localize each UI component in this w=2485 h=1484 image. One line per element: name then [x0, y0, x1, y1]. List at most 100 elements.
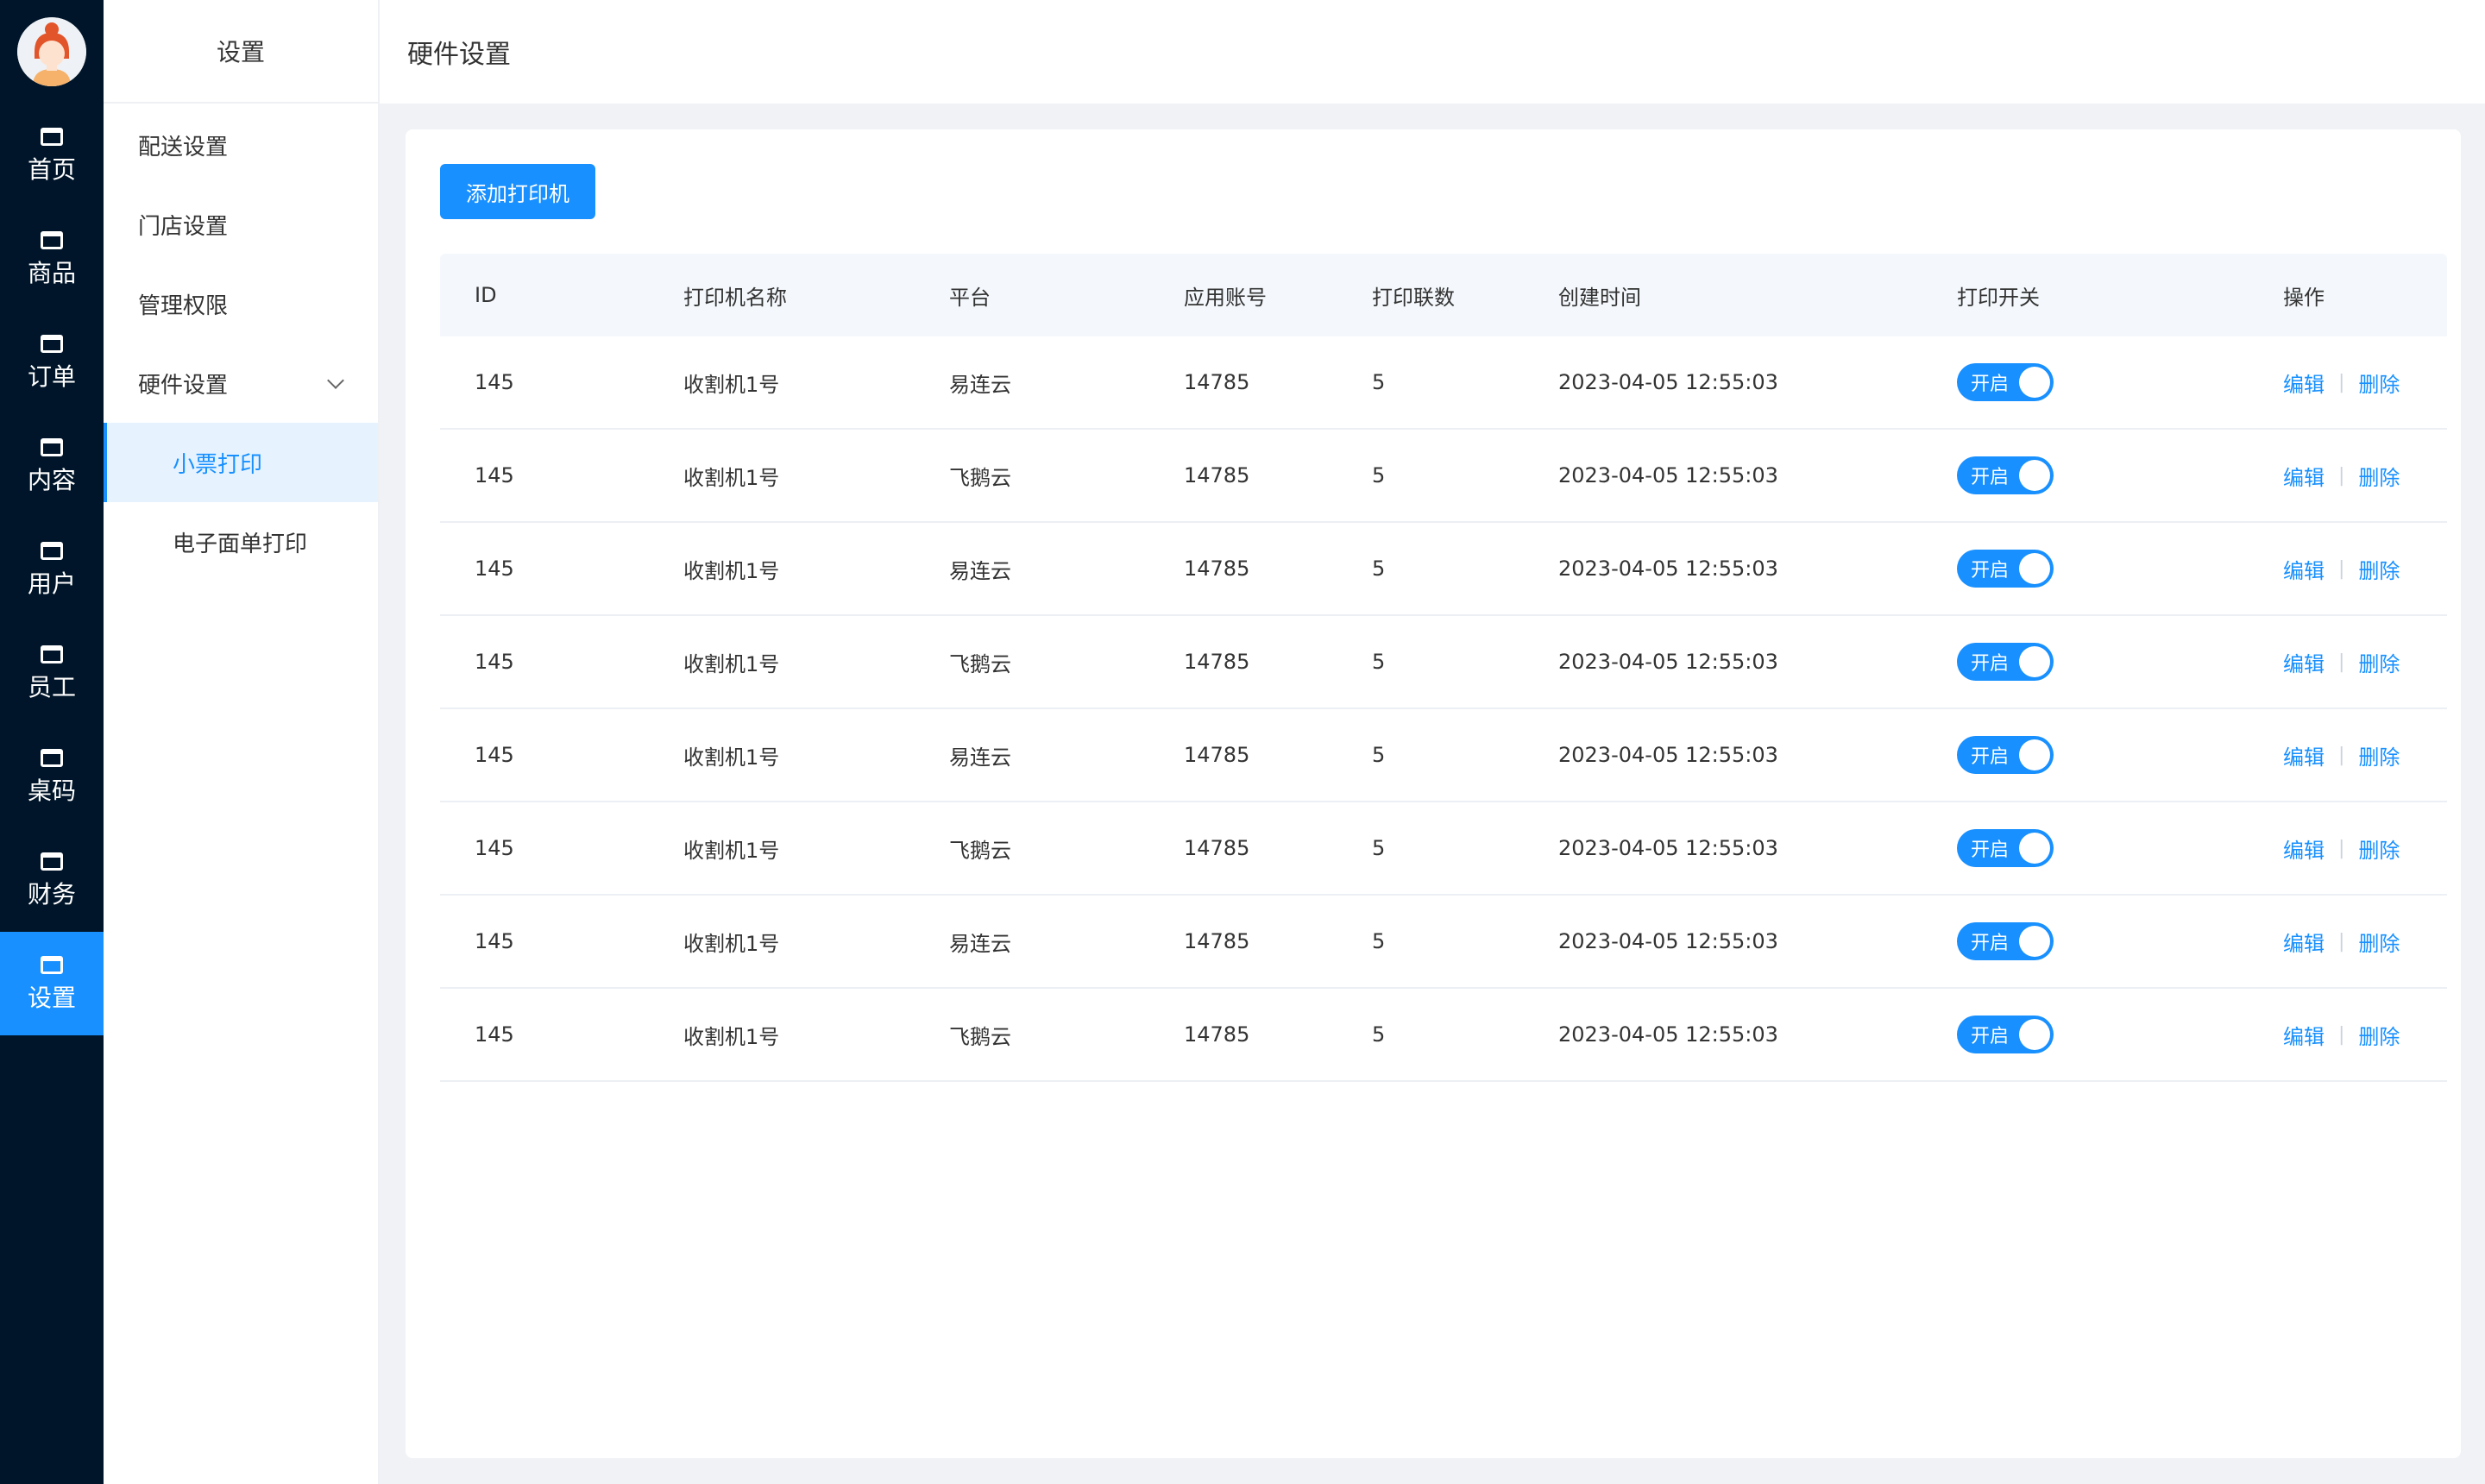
cell-id: 145: [475, 1022, 514, 1047]
cell-created-time: 2023-04-05 12:55:03: [1558, 929, 1778, 953]
cell-print-switch: 开启: [1957, 430, 2054, 521]
cell-account: 14785: [1184, 556, 1250, 581]
edit-link[interactable]: 编辑: [2283, 927, 2325, 957]
delete-link[interactable]: 删除: [2358, 461, 2400, 491]
cell-id: 145: [475, 650, 514, 674]
edit-link[interactable]: 编辑: [2283, 1020, 2325, 1050]
switch-label: 开启: [1971, 467, 2010, 488]
nav-item-7[interactable]: 财务: [0, 828, 104, 932]
delete-link[interactable]: 删除: [2358, 740, 2400, 770]
cell-account: 14785: [1184, 836, 1250, 860]
print-toggle-switch[interactable]: 开启: [1957, 1016, 2054, 1053]
cell-created-time: 2023-04-05 12:55:03: [1558, 370, 1778, 394]
cell-id: 145: [475, 743, 514, 767]
cell-copies: 5: [1372, 556, 1386, 581]
cell-copies: 5: [1372, 1022, 1386, 1047]
cell-copies: 5: [1372, 370, 1386, 394]
delete-link[interactable]: 删除: [2358, 1020, 2400, 1050]
cell-print-switch: 开启: [1957, 802, 2054, 894]
cell-copies: 5: [1372, 836, 1386, 860]
cell-actions: 编辑 | 删除: [2283, 989, 2400, 1080]
print-toggle-switch[interactable]: 开启: [1957, 456, 2054, 494]
cell-account: 14785: [1184, 650, 1250, 674]
cell-platform: 易连云: [949, 372, 1011, 397]
delete-link[interactable]: 删除: [2358, 647, 2400, 677]
delete-link[interactable]: 删除: [2358, 927, 2400, 957]
nav-item-2[interactable]: 订单: [0, 311, 104, 414]
column-header-created: 创建时间: [1558, 285, 1641, 310]
cell-created-time: 2023-04-05 12:55:03: [1558, 556, 1778, 581]
column-header-actions: 操作: [2283, 285, 2325, 310]
print-toggle-switch[interactable]: 开启: [1957, 550, 2054, 588]
cell-id: 145: [475, 556, 514, 581]
delete-link[interactable]: 删除: [2358, 368, 2400, 398]
print-toggle-switch[interactable]: 开启: [1957, 922, 2054, 960]
column-header-platform: 平台: [949, 285, 991, 310]
action-divider: |: [2338, 464, 2345, 487]
column-header-account: 应用账号: [1184, 285, 1267, 310]
edit-link[interactable]: 编辑: [2283, 461, 2325, 491]
cell-id: 145: [475, 463, 514, 487]
window-icon: [41, 645, 63, 663]
cell-printer-name: 收割机1号: [683, 465, 780, 490]
submenu-item-receipt-print[interactable]: 小票打印: [104, 423, 378, 502]
window-icon: [41, 955, 63, 974]
chevron-down-icon: [327, 372, 344, 389]
action-divider: |: [2338, 651, 2345, 673]
cell-print-switch: 开启: [1957, 896, 2054, 987]
edit-link[interactable]: 编辑: [2283, 647, 2325, 677]
page-title: 硬件设置: [407, 40, 511, 70]
nav-item-4[interactable]: 用户: [0, 518, 104, 621]
submenu-item-hardware[interactable]: 硬件设置: [104, 343, 378, 423]
cell-platform: 飞鹅云: [949, 651, 1011, 676]
table-row: 145 收割机1号 飞鹅云 14785 5 2023-04-05 12:55:03 开启 编辑…: [440, 802, 2447, 896]
action-divider: |: [2338, 930, 2345, 953]
print-toggle-switch[interactable]: 开启: [1957, 363, 2054, 401]
column-header-copies: 打印联数: [1372, 285, 1455, 310]
nav-item-label: 用户: [27, 569, 76, 598]
cell-printer-name: 收割机1号: [683, 558, 780, 583]
submenu-item-delivery[interactable]: 配送设置: [104, 105, 378, 185]
switch-label: 开启: [1971, 374, 2010, 395]
window-icon: [41, 437, 63, 456]
nav-item-1[interactable]: 商品: [0, 207, 104, 311]
delete-link[interactable]: 删除: [2358, 833, 2400, 864]
add-printer-button[interactable]: 添加打印机: [440, 164, 595, 219]
print-toggle-switch[interactable]: 开启: [1957, 829, 2054, 867]
print-toggle-switch[interactable]: 开启: [1957, 643, 2054, 681]
nav-item-label: 首页: [27, 154, 76, 184]
table-row: 145 收割机1号 易连云 14785 5 2023-04-05 12:55:03 开启 编辑…: [440, 709, 2447, 802]
window-icon: [41, 334, 63, 353]
nav-item-0[interactable]: 首页: [0, 104, 104, 207]
user-avatar[interactable]: [17, 17, 86, 86]
nav-item-6[interactable]: 桌码: [0, 725, 104, 828]
cell-printer-name: 收割机1号: [683, 931, 780, 956]
cell-print-switch: 开启: [1957, 336, 2054, 428]
edit-link[interactable]: 编辑: [2283, 554, 2325, 584]
table-row: 145 收割机1号 易连云 14785 5 2023-04-05 12:55:03 开启 编辑…: [440, 336, 2447, 430]
switch-knob: [2019, 739, 2050, 770]
submenu-item-waybill-print[interactable]: 电子面单打印: [104, 502, 378, 582]
cell-print-switch: 开启: [1957, 523, 2054, 614]
nav-item-5[interactable]: 员工: [0, 621, 104, 725]
cell-actions: 编辑 | 删除: [2283, 430, 2400, 521]
cell-actions: 编辑 | 删除: [2283, 709, 2400, 801]
cell-print-switch: 开启: [1957, 989, 2054, 1080]
switch-knob: [2019, 926, 2050, 957]
cell-print-switch: 开启: [1957, 616, 2054, 707]
window-icon: [41, 541, 63, 560]
submenu-item-store[interactable]: 门店设置: [104, 185, 378, 264]
edit-link[interactable]: 编辑: [2283, 740, 2325, 770]
print-toggle-switch[interactable]: 开启: [1957, 736, 2054, 774]
content-card: 添加打印机 ID 打印机名称 平台 应用账号 打印联数 创建时间 打印开关 操作…: [406, 129, 2461, 1458]
submenu-item-permissions[interactable]: 管理权限: [104, 264, 378, 343]
cell-account: 14785: [1184, 463, 1250, 487]
nav-item-8[interactable]: 设置: [0, 932, 104, 1035]
edit-link[interactable]: 编辑: [2283, 368, 2325, 398]
cell-print-switch: 开启: [1957, 709, 2054, 801]
column-header-switch: 打印开关: [1957, 285, 2040, 310]
nav-item-3[interactable]: 内容: [0, 414, 104, 518]
delete-link[interactable]: 删除: [2358, 554, 2400, 584]
cell-account: 14785: [1184, 370, 1250, 394]
edit-link[interactable]: 编辑: [2283, 833, 2325, 864]
